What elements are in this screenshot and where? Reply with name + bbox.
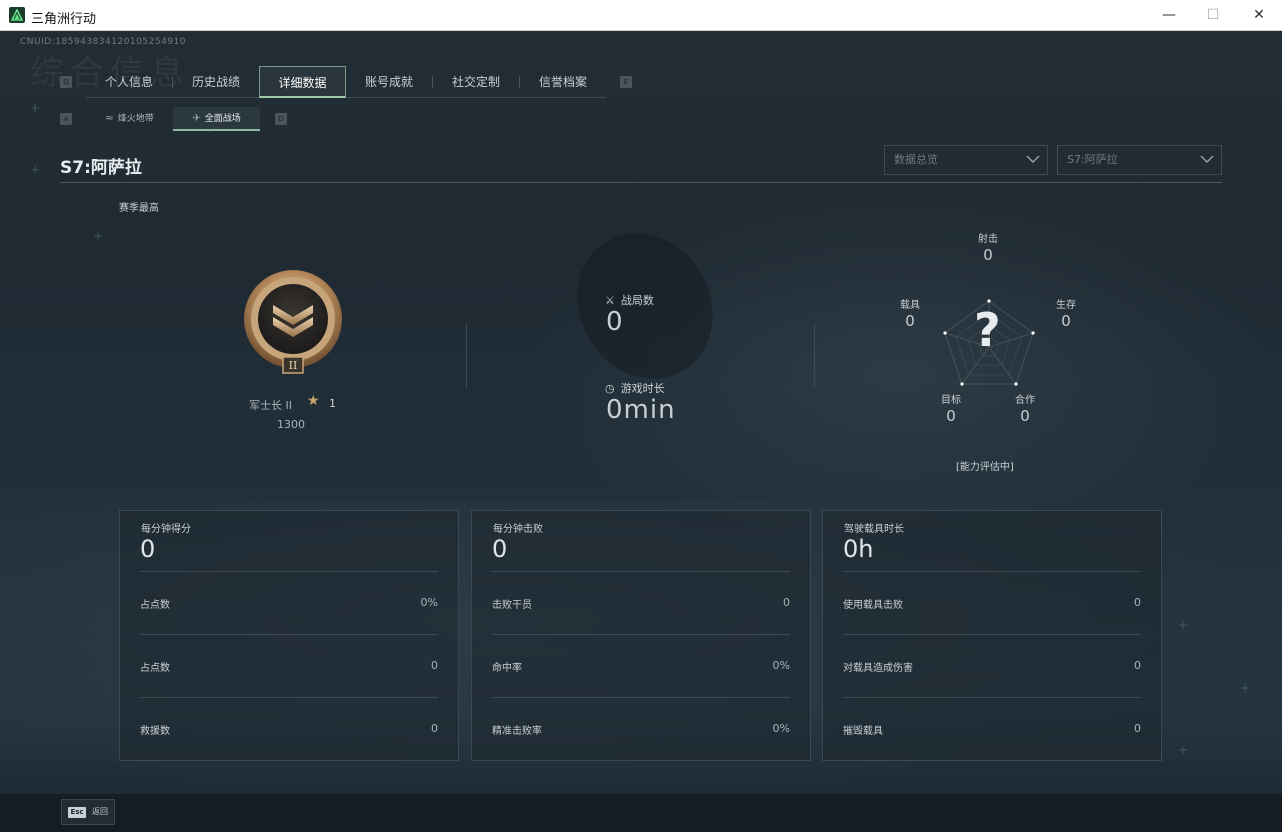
rank-name: 军士长 II [249, 399, 292, 412]
game-viewport: + + + + + + + CNUID:18594383412010525491… [0, 31, 1282, 832]
window-titlebar: 三角洲行动 — ☐ ✕ [0, 0, 1282, 31]
radar-value-survival: 0 [1061, 312, 1071, 330]
wave-icon: ≈ [105, 113, 114, 124]
card-row-label: 占点数 [140, 663, 170, 674]
season-dropdown[interactable]: S7:阿萨拉 [1057, 145, 1222, 175]
card-row-label: 使用载具击败 [843, 600, 903, 611]
tab-detailed-data[interactable]: 详细数据 [259, 66, 346, 98]
card-title: 每分钟击败 [493, 524, 543, 535]
card-row-value: 0 [431, 722, 438, 735]
ability-assessment-status: [能力评估中] [956, 462, 1014, 473]
stat-card-kills: 每分钟击败 0 击败干员 0 命中率 0% 精准击败率 0% [471, 510, 811, 761]
key-hint-d: D [275, 113, 287, 125]
divider [814, 323, 815, 389]
window-title: 三角洲行动 [31, 12, 97, 27]
card-value: 0 [140, 535, 156, 563]
radar-value-shooting: 0 [983, 246, 993, 264]
esc-key-hint: Esc [68, 807, 86, 818]
card-row-label: 命中率 [492, 663, 522, 674]
tab-history[interactable]: 历史战绩 [173, 66, 259, 98]
subtab-full-battlefield[interactable]: ✈ 全面战场 [173, 107, 260, 131]
matches-label: ⚔ 战局数 [605, 294, 654, 307]
card-title: 每分钟得分 [141, 524, 191, 535]
card-row-value: 0 [1134, 659, 1141, 672]
plane-icon: ✈ [192, 113, 201, 124]
card-row-label: 救援数 [140, 726, 170, 737]
season-best-label: 赛季最高 [119, 203, 159, 214]
playtime-value: 0min [606, 395, 676, 425]
key-hint-e: E [620, 76, 632, 88]
close-button[interactable]: ✕ [1236, 0, 1282, 31]
tab-credit[interactable]: 信誉档案 [520, 66, 606, 98]
chevron-down-icon [1200, 155, 1214, 163]
rank-star-count: 1 [329, 397, 336, 410]
key-hint-q: Q [60, 76, 72, 88]
card-row-label: 对载具造成伤害 [843, 663, 913, 674]
stat-card-vehicle: 驾驶载具时长 0h 使用载具击败 0 对载具造成伤害 0 摧毁载具 0 [822, 510, 1162, 761]
playtime-label: ◷ 游戏时长 [605, 382, 665, 395]
star-icon: ★ [307, 393, 320, 409]
rank-score: 1300 [277, 418, 305, 431]
chevron-down-icon [1026, 155, 1040, 163]
radar-label-objective: 目标 [941, 395, 961, 406]
stat-card-score: 每分钟得分 0 占点数 0% 占点数 0 救援数 0 [119, 510, 459, 761]
clock-icon: ◷ [605, 382, 615, 395]
radar-value-vehicle: 0 [905, 312, 915, 330]
back-label: 返回 [92, 807, 108, 816]
app-logo-icon [9, 7, 25, 23]
back-button[interactable]: Esc 返回 [61, 799, 115, 825]
card-row-label: 精准击败率 [492, 726, 542, 737]
card-row-label: 占点数 [140, 600, 170, 611]
tab-achievements[interactable]: 账号成就 [346, 66, 432, 98]
radar-label-vehicle: 载具 [900, 300, 920, 311]
data-overview-dropdown[interactable]: 数据总览 [884, 145, 1048, 175]
subtab-warfare-zone[interactable]: ≈ 烽火地带 [86, 107, 173, 131]
card-row-value: 0% [772, 722, 790, 735]
matches-value: 0 [606, 307, 624, 337]
heading-divider [60, 182, 1222, 183]
radar-unknown-mark: ? [974, 303, 1001, 357]
divider [466, 323, 467, 389]
card-title: 驾驶载具时长 [844, 524, 904, 535]
season-title: S7:阿萨拉 [60, 158, 142, 178]
card-row-label: 摧毁载具 [843, 726, 883, 737]
key-hint-a: A [60, 113, 72, 125]
minimize-button[interactable]: — [1146, 0, 1192, 31]
radar-label-shooting: 射击 [978, 234, 998, 245]
card-row-value: 0 [1134, 722, 1141, 735]
radar-value-objective: 0 [946, 407, 956, 425]
card-row-value: 0% [772, 659, 790, 672]
maximize-button[interactable]: ☐ [1190, 0, 1236, 31]
radar-label-survival: 生存 [1056, 300, 1076, 311]
radar-value-cooperation: 0 [1020, 407, 1030, 425]
svg-text:II: II [289, 359, 298, 372]
card-row-value: 0% [420, 596, 438, 609]
card-row-value: 0 [431, 659, 438, 672]
rank-badge-icon: II [244, 270, 342, 374]
card-row-value: 0 [783, 596, 790, 609]
card-value: 0 [492, 535, 508, 563]
card-row-value: 0 [1134, 596, 1141, 609]
tab-personal-info[interactable]: 个人信息 [86, 66, 172, 98]
crossed-swords-icon: ⚔ [605, 294, 615, 307]
radar-label-cooperation: 合作 [1015, 395, 1035, 406]
main-tabbar: 个人信息 历史战绩 详细数据 账号成就 社交定制 信誉档案 [86, 66, 606, 98]
card-value: 0h [843, 535, 874, 563]
card-row-label: 击败干员 [492, 600, 532, 611]
tab-social[interactable]: 社交定制 [433, 66, 519, 98]
bottom-bar: Esc 返回 [0, 794, 1282, 832]
